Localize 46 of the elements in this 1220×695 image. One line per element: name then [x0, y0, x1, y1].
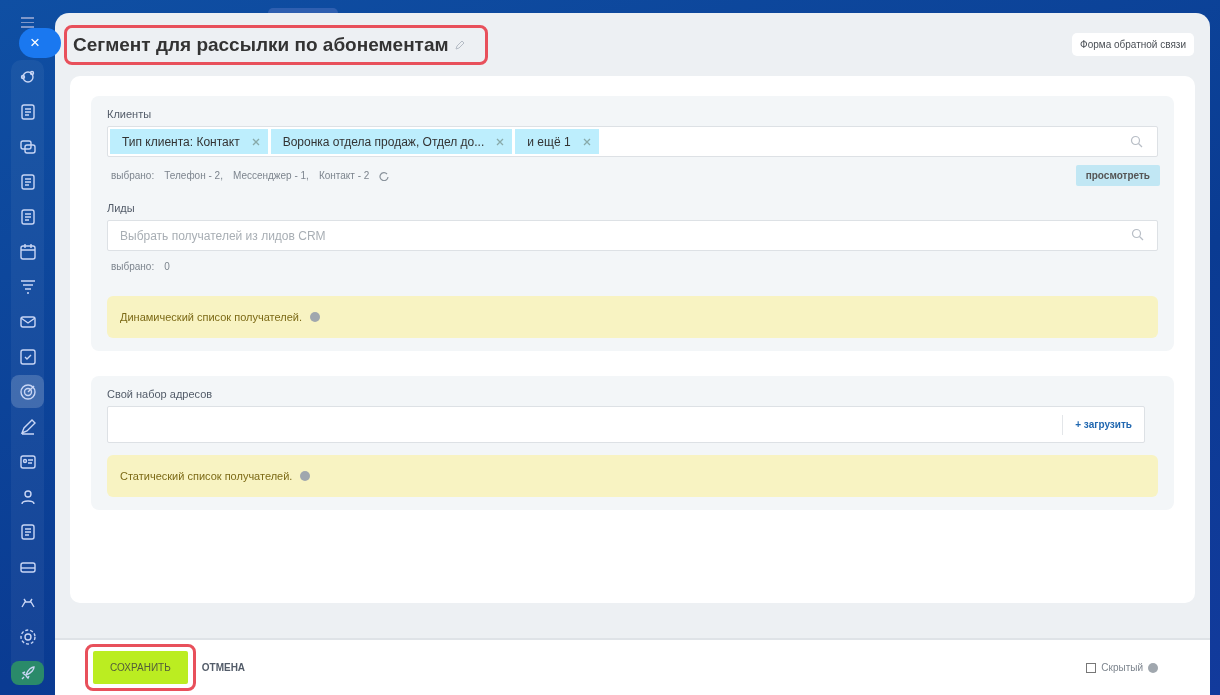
address-field[interactable]: + загрузить — [107, 406, 1145, 443]
field-label: Лиды — [107, 202, 136, 214]
page-title: Сегмент для рассылки по абонементам — [73, 33, 449, 56]
recipient-count: Контакт - 2 — [318, 170, 370, 181]
selected-label: выбрано: — [111, 261, 155, 272]
sidebar-item[interactable] — [11, 661, 44, 685]
settings-icon — [18, 627, 37, 646]
recipient-count: 0 — [164, 261, 170, 272]
filter-tag[interactable]: и ещё 1 — [515, 129, 599, 154]
view-button[interactable]: просмотреть — [1075, 165, 1160, 186]
calendar-icon — [18, 242, 37, 261]
pen-icon — [18, 417, 37, 436]
contact-card-icon — [18, 452, 37, 471]
feedback-button[interactable]: Форма обратной связи — [1072, 33, 1194, 56]
selected-label: выбрано: — [111, 170, 155, 181]
chat-icon — [18, 137, 37, 156]
notice-text: Динамический список получателей. — [120, 311, 302, 323]
tag-label: и ещё 1 — [527, 134, 571, 149]
leads-search-field[interactable]: Выбрать получателей из лидов CRM — [107, 220, 1158, 251]
document-edit-icon — [18, 102, 37, 121]
menu-icon[interactable] — [21, 17, 34, 28]
field-label: Свой набор адресов — [107, 388, 214, 400]
refresh-icon[interactable] — [379, 170, 390, 181]
filter-tag[interactable]: Тип клиента: Контакт — [110, 129, 268, 154]
close-button[interactable]: × — [19, 28, 61, 58]
tag-label: Воронка отдела продаж, Отдел до... — [282, 134, 485, 149]
save-button[interactable]: СОХРАНИТЬ — [93, 651, 188, 684]
document-icon — [18, 207, 37, 226]
tag-label: Тип клиента: Контакт — [122, 134, 240, 149]
checkbox[interactable] — [1086, 662, 1097, 673]
field-label: Клиенты — [107, 108, 153, 120]
notice-text: Статический список получателей. — [120, 470, 293, 482]
sidebar-item[interactable] — [11, 375, 44, 408]
recipient-count: Мессенджер - 1, — [232, 170, 309, 181]
cancel-button[interactable]: ОТМЕНА — [195, 661, 252, 674]
target-icon — [18, 382, 37, 401]
file-icon — [18, 522, 37, 541]
recipient-count: Телефон - 2, — [164, 170, 223, 181]
funnel-icon — [18, 277, 37, 296]
clipboard-icon — [18, 172, 37, 191]
upload-link[interactable]: + загрузить — [1063, 419, 1144, 430]
checkbox-label: Скрытый — [1101, 662, 1143, 673]
people-icon — [18, 487, 37, 506]
tag-selector-field[interactable]: Тип клиента: Контакт Воронка отдела продаж, Отдел до... и ещё 1 — [107, 126, 1158, 157]
checkbox-icon — [18, 347, 37, 366]
filter-tag[interactable]: Воронка отдела продаж, Отдел до... — [270, 129, 513, 154]
